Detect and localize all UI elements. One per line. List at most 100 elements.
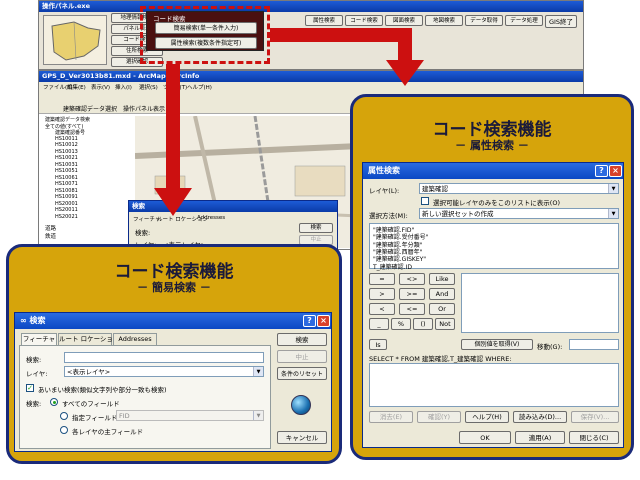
attribute-search-dialog-title: 属性検索: [363, 163, 623, 179]
layer-select[interactable]: <表示レイヤ> ▼: [64, 366, 264, 377]
radio-specified-field[interactable]: [60, 412, 68, 420]
operator-button[interactable]: Not: [435, 318, 455, 330]
arcmap-titlebar: GPS_D_Ver3013b81.mxd - ArcMap - ArcInfo: [39, 71, 583, 82]
stop-button[interactable]: 中止: [277, 350, 327, 363]
field-list[interactable]: "建築確認.FID" "建築確認.受付番号" "建築確認.年分類" "建築確認.西暦年…: [369, 223, 619, 271]
tab-1[interactable]: ルート ロケーション: [58, 333, 119, 345]
radio-primary-field[interactable]: [60, 426, 68, 434]
toc-item[interactable]: HS10021: [55, 155, 78, 161]
toc-item[interactable]: HS20001: [55, 201, 78, 207]
toolbar-label-data-select[interactable]: 建築確認データ選択: [63, 104, 117, 113]
help-icon[interactable]: ?: [303, 315, 316, 327]
chevron-down-icon[interactable]: ▼: [253, 411, 263, 420]
fuzzy-checkbox-label: あいまい検索(類似文字列や部分一致も検索): [38, 386, 167, 394]
arrow-right-vertical: [398, 28, 412, 64]
operator-button[interactable]: >=: [399, 288, 425, 300]
operator-button[interactable]: Or: [429, 303, 455, 315]
menu-item[interactable]: 挿入(I): [115, 83, 132, 91]
apply-button[interactable]: 適用(A): [515, 431, 565, 444]
tab-0[interactable]: フィーチャ: [21, 333, 57, 345]
fuzzy-checkbox[interactable]: ✓: [26, 384, 34, 392]
toc-item[interactable]: HS10051: [55, 168, 78, 174]
selectable-only-checkbox[interactable]: [421, 197, 429, 205]
save-button[interactable]: 保存(V)...: [571, 411, 619, 423]
toc-item[interactable]: 鉄道: [45, 232, 56, 240]
bg-search-label: 検索:: [135, 229, 151, 237]
menu-item[interactable]: 編集(E): [67, 83, 86, 91]
gis-end-button[interactable]: GIS終了: [545, 15, 577, 28]
verify-button[interactable]: 確認(Y): [417, 411, 461, 423]
chevron-down-icon[interactable]: ▼: [608, 184, 618, 193]
reset-button[interactable]: 条件のリセット: [277, 367, 327, 380]
toc-item[interactable]: HS10013: [55, 149, 78, 155]
chevron-down-icon[interactable]: ▼: [608, 209, 618, 218]
cancel-button[interactable]: キャンセル: [277, 431, 327, 444]
attr-method-select[interactable]: 新しい選択セットの作成 ▼: [419, 208, 619, 219]
toc-item[interactable]: HS10012: [55, 142, 78, 148]
sql-where-textarea[interactable]: [369, 363, 619, 407]
toc-item[interactable]: HS10011: [55, 136, 78, 142]
arrow-right-head: [386, 60, 424, 86]
simple-search-callout-subtitle: － 簡易検索 －: [137, 281, 211, 294]
operator-button[interactable]: <=: [399, 303, 425, 315]
panel-tab[interactable]: 図面検索: [385, 15, 423, 26]
panel-tab[interactable]: 属性検索: [305, 15, 343, 26]
tab-2[interactable]: Addresses: [113, 333, 157, 345]
specified-field-select[interactable]: FID ▼: [116, 410, 264, 421]
attr-method-label: 選択方法(M):: [369, 212, 408, 220]
toc-item[interactable]: 道路: [45, 224, 56, 232]
operator-button[interactable]: %: [391, 318, 411, 330]
arrow-right-horizontal: [270, 28, 410, 42]
radio-all-fields-label: すべてのフィールド: [62, 400, 120, 408]
is-button[interactable]: Is: [369, 339, 387, 350]
goto-input[interactable]: [569, 339, 619, 350]
attr-layer-select[interactable]: 建築確認 ▼: [419, 183, 619, 194]
search-input[interactable]: [64, 352, 264, 363]
operator-button[interactable]: (): [413, 318, 433, 330]
load-button[interactable]: 読み込み(D)...: [513, 411, 567, 423]
panel-tab-row: 属性検索 コード検索 図面検索 地図検索 データ取得 データ処理: [305, 15, 545, 27]
toc-item[interactable]: HS10071: [55, 181, 78, 187]
toc-item[interactable]: HS10081: [55, 188, 78, 194]
close-icon[interactable]: ×: [609, 165, 622, 177]
chevron-down-icon[interactable]: ▼: [253, 367, 263, 376]
bg-search-button[interactable]: 検索: [299, 223, 333, 233]
operator-button[interactable]: _: [369, 318, 389, 330]
search-button[interactable]: 検索: [277, 333, 327, 346]
ok-button[interactable]: OK: [459, 431, 511, 444]
highlight-box: [140, 6, 270, 64]
toc-item[interactable]: HS20011: [55, 207, 78, 213]
panel-tab[interactable]: データ処理: [505, 15, 543, 26]
clear-button[interactable]: 消去(E): [369, 411, 413, 423]
panel-tab[interactable]: データ取得: [465, 15, 503, 26]
attribute-search-callout-subtitle: － 属性検索 －: [455, 139, 529, 152]
get-unique-values-button[interactable]: 個別値を取得(V): [461, 339, 533, 350]
radio-all-fields[interactable]: [50, 398, 58, 406]
operator-button[interactable]: =: [369, 273, 395, 285]
mini-map: [43, 15, 107, 65]
operator-button[interactable]: >: [369, 288, 395, 300]
toc-item[interactable]: HS10091: [55, 194, 78, 200]
toc-item[interactable]: HS10061: [55, 175, 78, 181]
operator-button[interactable]: <: [369, 303, 395, 315]
operator-button[interactable]: Like: [429, 273, 455, 285]
field-list-item[interactable]: T_建築確認.ID: [373, 262, 412, 271]
menu-item[interactable]: ヘルプ(H): [187, 83, 212, 91]
bg-tab-addresses[interactable]: Addresses: [197, 215, 225, 221]
toolbar-label-panel-show[interactable]: 操作パネル表示: [123, 104, 165, 113]
radio-specified-field-label: 指定フィールド:: [72, 414, 120, 422]
panel-tab[interactable]: 地図検索: [425, 15, 463, 26]
close-icon[interactable]: ×: [317, 315, 330, 327]
close-button[interactable]: 閉じる(C): [569, 431, 619, 444]
help-icon[interactable]: ?: [595, 165, 608, 177]
toc-item[interactable]: HS10031: [55, 162, 78, 168]
unique-values-list[interactable]: [461, 273, 619, 333]
menu-item[interactable]: 選択(S): [139, 83, 158, 91]
operator-button[interactable]: And: [429, 288, 455, 300]
help-button[interactable]: ヘルプ(H): [465, 411, 509, 423]
toc-item[interactable]: HS20021: [55, 214, 78, 220]
operator-button[interactable]: <>: [399, 273, 425, 285]
attr-method-value: 新しい選択セットの作成: [422, 210, 494, 218]
menu-item[interactable]: 表示(V): [91, 83, 110, 91]
panel-tab[interactable]: コード検索: [345, 15, 383, 26]
